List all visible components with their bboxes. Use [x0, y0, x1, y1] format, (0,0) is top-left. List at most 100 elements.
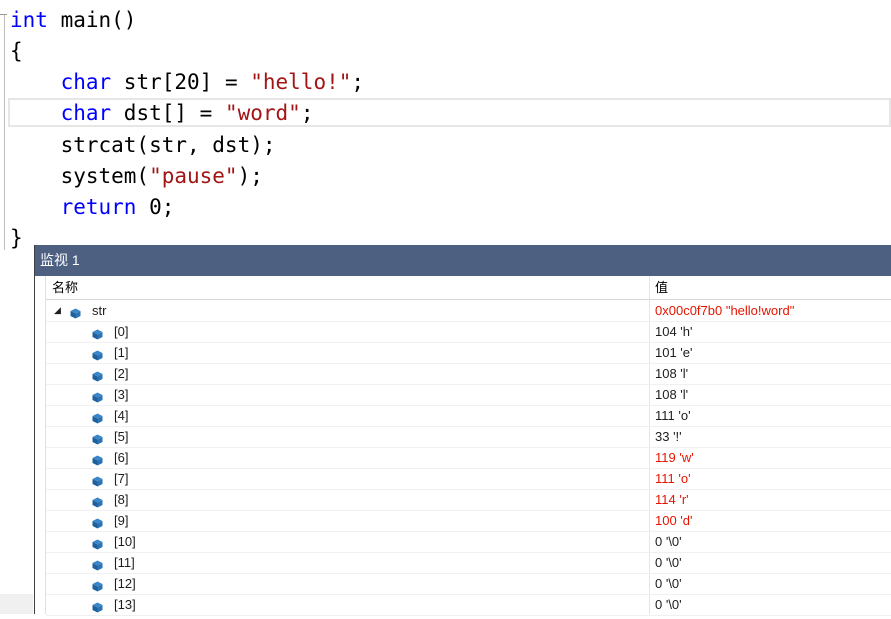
variable-cube-icon — [92, 577, 103, 592]
variable-cube-icon — [92, 556, 103, 571]
watch-row[interactable]: [2] 108 'l' — [46, 363, 891, 385]
code-line[interactable]: strcat(str, dst); — [10, 130, 276, 161]
triangle-down-icon[interactable]: ◢ — [54, 300, 61, 321]
watch-row[interactable]: [10] 0 '\0' — [46, 531, 891, 553]
watch-row[interactable]: [4] 111 'o' — [46, 405, 891, 427]
watch-item-name: [9] — [114, 513, 129, 528]
watch-item-value[interactable]: 33 '!' — [655, 426, 682, 447]
variable-cube-icon — [92, 430, 103, 445]
watch-item-name: [11] — [114, 555, 135, 570]
watch-item-name: [10] — [114, 534, 136, 549]
outline-guide — [4, 14, 5, 250]
variable-cube-icon — [92, 388, 103, 403]
watch-item-name: [5] — [114, 429, 129, 444]
variable-cube-icon — [92, 325, 103, 340]
variable-cube-icon — [92, 451, 103, 466]
code-keyword: return — [60, 195, 137, 219]
watch-row[interactable]: [3] 108 'l' — [46, 384, 891, 406]
watch-item-value[interactable]: 0 '\0' — [655, 573, 682, 594]
code-string: "word" — [224, 101, 301, 125]
watch-item-value[interactable]: 119 'w' — [655, 447, 694, 468]
watch-item-value[interactable]: 111 'o' — [655, 468, 691, 489]
variable-cube-icon — [92, 409, 103, 424]
watch-row[interactable]: [7] 111 'o' — [46, 468, 891, 490]
watch-row[interactable]: [11] 0 '\0' — [46, 552, 891, 574]
watch-grid: 名称 值 ◢ str 0x00c0f7b0 "hello!word" [0] 104 '… — [45, 276, 891, 616]
watch-item-name: [2] — [114, 366, 129, 381]
watch-item-value[interactable]: 100 'd' — [655, 510, 693, 531]
column-header-value[interactable]: 值 — [655, 276, 668, 299]
watch-item-value[interactable]: 101 'e' — [655, 342, 693, 363]
watch-item-value[interactable]: 108 'l' — [655, 384, 688, 405]
watch-row[interactable]: [0] 104 'h' — [46, 321, 891, 343]
column-header-name[interactable]: 名称 — [52, 276, 78, 299]
watch-item-value[interactable]: 108 'l' — [655, 363, 688, 384]
watch-item-value[interactable]: 111 'o' — [655, 405, 691, 426]
watch-item-value[interactable]: 114 'r' — [655, 489, 689, 510]
code-text: ; — [351, 70, 365, 94]
code-line[interactable]: return 0; — [10, 192, 175, 223]
watch-grid-header: 名称 值 — [46, 276, 891, 300]
watch-item-name: [1] — [114, 345, 129, 360]
watch-item-name: [13] — [114, 597, 136, 612]
watch-item-value[interactable]: 0x00c0f7b0 "hello!word" — [655, 300, 794, 321]
code-text: main() — [47, 8, 137, 32]
variable-cube-icon — [70, 304, 81, 319]
watch-item-value[interactable]: 0 '\0' — [655, 531, 682, 552]
watch-item-name: [3] — [114, 387, 129, 402]
code-text: system( — [10, 164, 150, 188]
variable-cube-icon — [92, 535, 103, 550]
watch-window: 监视 1 名称 值 ◢ str 0x00c0f7b0 "hello!word" [0]… — [34, 245, 891, 616]
watch-row-root[interactable]: ◢ str 0x00c0f7b0 "hello!word" — [46, 300, 891, 322]
code-line[interactable]: system("pause"); — [10, 161, 263, 192]
code-line[interactable]: char dst[] = "word"; — [10, 98, 314, 129]
watch-row[interactable]: [13] 0 '\0' — [46, 594, 891, 616]
code-text: ; — [300, 101, 314, 125]
watch-item-value[interactable]: 104 'h' — [655, 321, 693, 342]
code-editor[interactable]: int main() { char str[20] = "hello!"; cha… — [0, 0, 891, 250]
watch-row[interactable]: [6] 119 'w' — [46, 447, 891, 469]
variable-cube-icon — [92, 514, 103, 529]
code-text: dst[] = — [111, 101, 225, 125]
code-text: strcat(str, dst); — [10, 133, 276, 157]
watch-window-title[interactable]: 监视 1 — [35, 245, 891, 276]
code-text: } — [10, 226, 23, 250]
variable-cube-icon — [92, 472, 103, 487]
bottom-strip — [0, 594, 33, 614]
code-line[interactable]: { — [10, 36, 23, 67]
watch-item-name: [4] — [114, 408, 129, 423]
watch-row[interactable]: [8] 114 'r' — [46, 489, 891, 511]
code-text: str[20] = — [111, 70, 251, 94]
code-string: "hello!" — [250, 70, 352, 94]
code-line[interactable]: char str[20] = "hello!"; — [10, 67, 364, 98]
watch-item-name: [6] — [114, 450, 129, 465]
code-text: { — [10, 39, 23, 63]
code-string: "pause" — [149, 164, 238, 188]
collapse-marker[interactable] — [0, 14, 7, 15]
watch-row[interactable]: [1] 101 'e' — [46, 342, 891, 364]
watch-row[interactable]: [9] 100 'd' — [46, 510, 891, 532]
watch-row[interactable]: [12] 0 '\0' — [46, 573, 891, 595]
watch-item-value[interactable]: 0 '\0' — [655, 594, 682, 615]
watch-item-name: [12] — [114, 576, 136, 591]
code-line[interactable]: int main() — [10, 5, 136, 36]
watch-item-name: [8] — [114, 492, 129, 507]
variable-cube-icon — [92, 493, 103, 508]
variable-cube-icon — [92, 598, 103, 613]
code-keyword: char — [60, 101, 112, 125]
watch-item-name: [0] — [114, 324, 129, 339]
watch-row[interactable]: [5] 33 '!' — [46, 426, 891, 448]
variable-cube-icon — [92, 346, 103, 361]
watch-item-name: [7] — [114, 471, 129, 486]
code-keyword: int — [10, 8, 48, 32]
variable-cube-icon — [92, 367, 103, 382]
code-text: ); — [237, 164, 263, 188]
watch-item-value[interactable]: 0 '\0' — [655, 552, 682, 573]
code-line[interactable]: } — [10, 223, 23, 254]
code-keyword: char — [60, 70, 112, 94]
watch-item-name: str — [92, 303, 107, 318]
code-text: 0; — [136, 195, 175, 219]
